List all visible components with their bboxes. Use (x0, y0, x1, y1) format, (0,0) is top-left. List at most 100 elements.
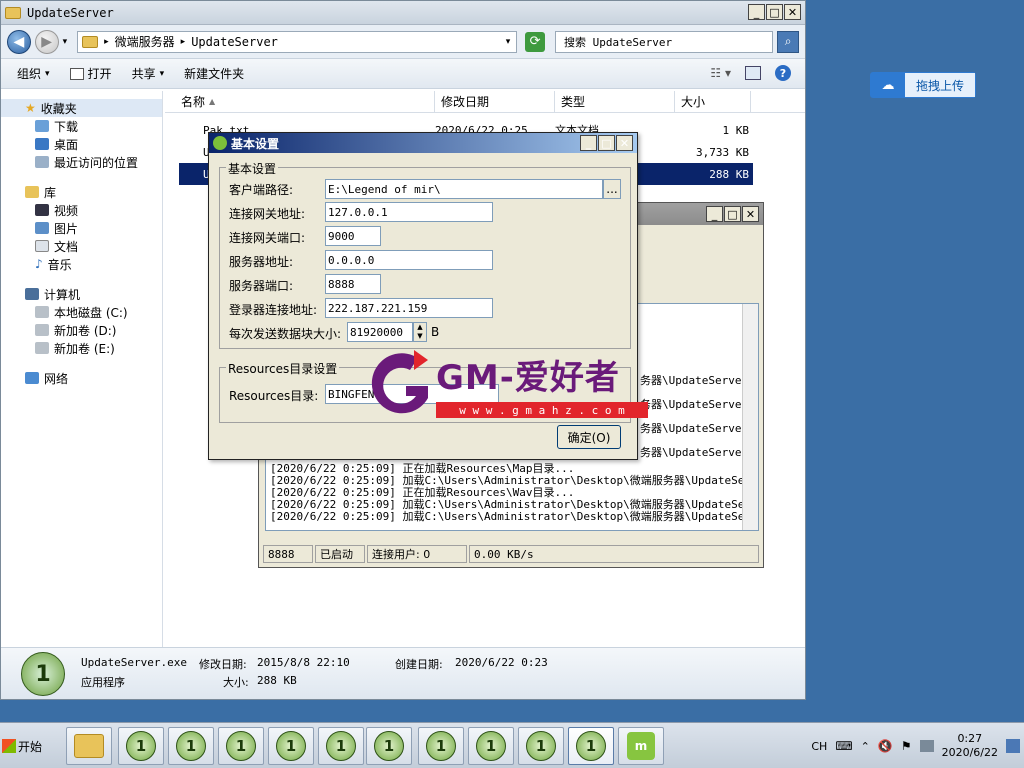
watermark-brand: GM-爱好者 (436, 358, 620, 398)
minimize-button[interactable]: _ (748, 4, 765, 20)
dialog-title: 基本设置 (231, 136, 280, 151)
taskbar-app[interactable]: 1 (418, 727, 464, 765)
minimize-button[interactable]: _ (580, 135, 597, 151)
taskbar-app[interactable]: 1 (318, 727, 364, 765)
nav-recent[interactable]: 最近访问的位置 (1, 153, 162, 171)
organize-button[interactable]: 组织 ▾ (17, 65, 50, 82)
column-header-type[interactable]: 类型 (555, 91, 675, 112)
chunk-size-spinner[interactable]: ▲ ▼ (413, 322, 427, 342)
view-options-icon[interactable]: ☷ ▾ (710, 66, 731, 80)
nav-desktop[interactable]: 桌面 (1, 135, 162, 153)
file-size: 3,733 KB (696, 145, 749, 159)
ok-button[interactable]: 确定(O) (557, 425, 621, 449)
nav-pictures[interactable]: 图片 (1, 219, 162, 237)
search-input[interactable]: 搜索 UpdateServer (555, 30, 774, 53)
tray-expand-icon[interactable]: ⌃ (861, 740, 870, 753)
breadcrumb-item[interactable]: UpdateServer (191, 35, 278, 49)
nav-downloads[interactable]: 下载 (1, 117, 162, 135)
taskbar-app[interactable]: 1 (268, 727, 314, 765)
log-scrollbar[interactable] (742, 304, 758, 530)
chunk-size-input[interactable]: 81920000 (347, 322, 413, 342)
volume-muted-icon[interactable]: 🔇 (878, 739, 893, 753)
app-icon: 1 (476, 731, 506, 761)
nav-libraries[interactable]: 库 (1, 183, 162, 201)
keyboard-icon[interactable]: ⌨ (835, 739, 852, 753)
taskbar-app[interactable]: 1 (118, 727, 164, 765)
maximize-button[interactable]: □ (724, 206, 741, 222)
nav-disk-e[interactable]: 新加卷 (E:) (1, 339, 162, 357)
chevron-right-icon[interactable]: ▸ (181, 37, 186, 47)
flag-icon[interactable]: ⚑ (901, 739, 912, 753)
cloud-upload-button[interactable]: ☁ 拖拽上传 (870, 72, 976, 98)
chevron-right-icon[interactable]: ▸ (104, 37, 109, 47)
watermark-logo: GM-爱好者 w w w . g m a h z . c o m (366, 346, 656, 426)
taskbar-app[interactable]: 1 (168, 727, 214, 765)
nav-documents[interactable]: 文档 (1, 237, 162, 255)
taskbar-app[interactable]: 1 (468, 727, 514, 765)
chevron-down-icon[interactable]: ▾ (506, 37, 511, 47)
taskbar-app-active[interactable]: 1 (568, 727, 614, 765)
taskbar-app[interactable]: 1 (518, 727, 564, 765)
nav-music[interactable]: ♪ 音乐 (1, 255, 162, 273)
server-port-input[interactable]: 8888 (325, 274, 381, 294)
windows-logo-icon (2, 739, 16, 753)
forward-button[interactable]: ▶ (34, 29, 59, 54)
nav-disk-d[interactable]: 新加卷 (D:) (1, 321, 162, 339)
details-modified: 2015/8/8 22:10 (257, 656, 350, 669)
close-button[interactable]: ✕ (784, 4, 801, 20)
nav-videos[interactable]: 视频 (1, 201, 162, 219)
back-button[interactable]: ◀ (7, 29, 31, 54)
search-icon[interactable]: ⌕ (777, 30, 799, 53)
clock-date: 2020/6/22 (941, 746, 998, 759)
column-header-size[interactable]: 大小 (675, 91, 751, 112)
nav-label: 计算机 (44, 287, 81, 302)
app-icon: 1 (426, 731, 456, 761)
client-path-input[interactable]: E:\Legend of mir\ (325, 179, 603, 199)
nav-label: 收藏夹 (40, 101, 77, 116)
nav-computer[interactable]: 计算机 (1, 285, 162, 303)
taskbar-explorer[interactable] (66, 727, 112, 765)
log-fragment: 务器\UpdateServer\ (640, 446, 755, 459)
share-button[interactable]: 共享 ▾ (132, 65, 165, 82)
dialog-titlebar: 基本设置 _ □ ✕ (209, 133, 637, 153)
column-header-name[interactable]: 名称 ▲ (165, 91, 435, 112)
column-header-date[interactable]: 修改日期 (435, 91, 555, 112)
preview-pane-icon[interactable] (745, 66, 761, 80)
recent-places-icon (35, 156, 49, 168)
start-button[interactable]: 开始 (2, 733, 58, 759)
server-address-input[interactable]: 0.0.0.0 (325, 250, 493, 270)
refresh-button[interactable]: ⟳ (525, 31, 546, 52)
close-button[interactable]: ✕ (742, 206, 759, 222)
new-folder-button[interactable]: 新建文件夹 (184, 65, 244, 82)
close-button[interactable]: ✕ (616, 135, 633, 151)
taskbar-app[interactable]: 1 (366, 727, 412, 765)
clock[interactable]: 0:27 2020/6/22 (942, 732, 998, 760)
address-box[interactable]: ▸ 微端服务器 ▸ UpdateServer ▾ (77, 30, 518, 53)
maximize-button[interactable]: □ (766, 4, 783, 20)
drive-icon (35, 324, 49, 336)
language-indicator[interactable]: CH (811, 740, 827, 753)
minimize-button[interactable]: _ (706, 206, 723, 222)
app-icon (213, 136, 227, 150)
chunk-size-unit: B (431, 325, 440, 339)
nav-disk-c[interactable]: 本地磁盘 (C:) (1, 303, 162, 321)
open-button[interactable]: 打开 (69, 65, 112, 82)
gateway-port-input[interactable]: 9000 (325, 226, 381, 246)
history-dropdown-icon[interactable]: ▾ (63, 37, 68, 47)
details-created-label: 创建日期: (395, 658, 443, 671)
browse-button[interactable]: ... (603, 179, 621, 199)
network-tray-icon[interactable] (919, 740, 934, 752)
help-icon[interactable]: ? (775, 65, 791, 81)
video-icon (35, 204, 49, 216)
nav-favorites[interactable]: ★ 收藏夹 (1, 99, 162, 117)
login-address-label: 登录器连接地址: (229, 303, 318, 317)
server-port-label: 服务器端口: (229, 279, 294, 293)
taskbar-app[interactable]: 1 (218, 727, 264, 765)
breadcrumb-item[interactable]: 微端服务器 (115, 33, 175, 50)
taskbar-mint-app[interactable]: m (618, 727, 664, 765)
login-address-input[interactable]: 222.187.221.159 (325, 298, 493, 318)
gateway-address-input[interactable]: 127.0.0.1 (325, 202, 493, 222)
nav-network[interactable]: 网络 (1, 369, 162, 387)
maximize-button[interactable]: □ (598, 135, 615, 151)
show-desktop-button[interactable] (1006, 739, 1020, 753)
